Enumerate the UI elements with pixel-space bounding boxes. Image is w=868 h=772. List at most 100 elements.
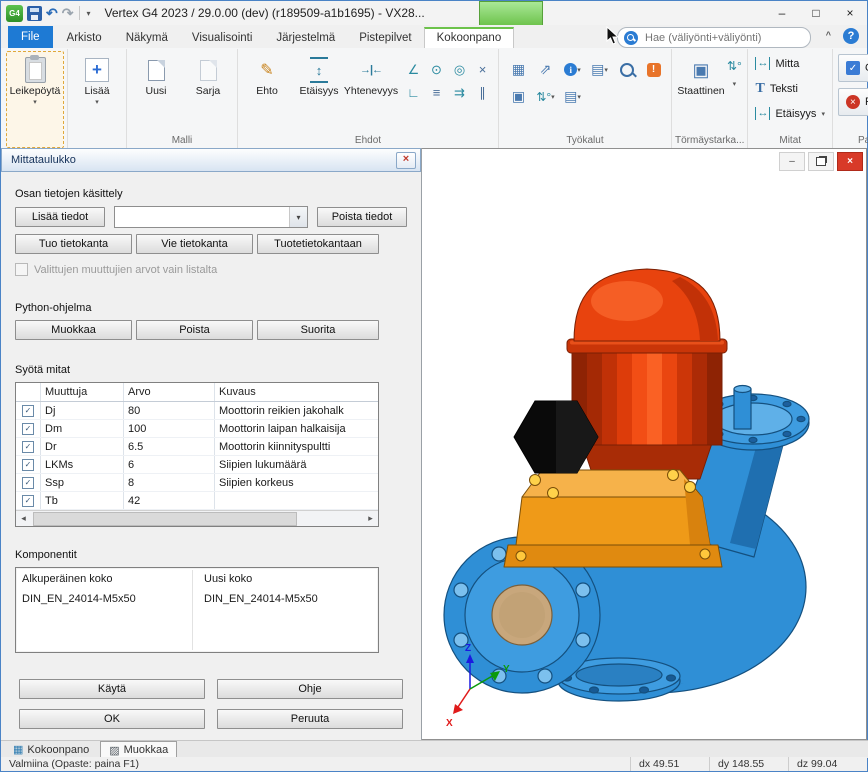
app-icon: G4 [6,5,23,22]
angle-constraint-icon[interactable]: ∠ [403,59,424,80]
suorita-button[interactable]: Suorita [257,320,379,340]
row-checkbox[interactable]: ✓ [22,405,34,417]
close-button[interactable]: × [833,1,867,25]
etaisyys-constraint-button[interactable]: ↕ Etäisyys [293,51,345,100]
model-viewport[interactable]: – × [422,148,867,740]
col-muuttuja[interactable]: Muuttuja [41,383,124,401]
listalta-checkbox[interactable] [15,263,28,276]
zoom-icon[interactable] [614,57,639,82]
tab-visualisointi[interactable]: Visualisointi [180,28,265,48]
viewport-close-button[interactable]: × [837,152,863,171]
parallel-constraint-icon[interactable]: ∥ [472,82,493,103]
cross-constraint-icon[interactable]: × [472,59,493,80]
doc-tab-kokoonpano[interactable]: ▦ Kokoonpano [5,742,97,758]
scroll-left-icon[interactable]: ◂ [16,512,31,526]
tab-nakyma[interactable]: Näkymä [114,28,180,48]
coincident-constraint-icon[interactable]: ≡ [426,82,447,103]
doc-tab-muokkaa[interactable]: ▨ Muokkaa [100,741,177,758]
tab-kokoonpano[interactable]: Kokoonpano [424,27,515,48]
component-lock-icon[interactable]: ▦ [506,57,531,82]
poista-tiedot-button[interactable]: Poista tiedot [317,207,407,227]
tuotetietokantaan-button[interactable]: Tuotetietokantaan [257,234,379,254]
horizontal-scrollbar[interactable]: ◂ ▸ [16,510,378,526]
warning-icon[interactable]: ! [641,57,666,82]
maximize-button[interactable]: □ [799,1,833,25]
col-kuvaus[interactable]: Kuvaus [215,383,378,401]
tab-jarjestelma[interactable]: Järjestelmä [264,28,347,48]
uusi-button[interactable]: Uusi [130,51,182,100]
undo-icon[interactable]: ↶ [46,6,58,20]
info-icon[interactable]: i▾ [560,57,585,82]
section-label-osa: Osan tietojen käsittely [15,188,407,200]
table-row[interactable]: ✓ Ssp 8 Siipien korkeus [16,474,378,492]
row-checkbox[interactable]: ✓ [22,477,34,489]
help-button[interactable]: ? [843,28,859,44]
tangent-constraint-icon[interactable]: ⊙ [426,59,447,80]
yhtenevyys-button[interactable]: →|← Yhtenevyys [345,51,397,100]
rotate-angle-icon[interactable]: ⇅°▾ [533,84,558,109]
scrollbar-thumb[interactable] [33,512,297,526]
group-label-paluu: Paluu [836,134,868,149]
row-checkbox[interactable]: ✓ [22,459,34,471]
share-icon[interactable]: ⇗ [533,57,558,82]
kayta-button[interactable]: Käytä [19,679,205,699]
combo-dropdown-icon[interactable]: ▾ [289,207,307,227]
ok-ribbon-button[interactable]: ✓ OK [838,54,868,82]
tuo-tietokanta-button[interactable]: Tuo tietokanta [15,234,132,254]
dialog-titlebar[interactable]: Mittataulukko × [1,148,421,172]
komponentit-row[interactable]: DIN_EN_24014-M5x50 DIN_EN_24014-M5x50 [16,590,378,608]
search-input[interactable] [643,31,804,45]
row-checkbox[interactable]: ✓ [22,423,34,435]
table-row[interactable]: ✓ Dm 100 Moottorin laipan halkaisija [16,420,378,438]
table-row[interactable]: ✓ Tb 42 [16,492,378,510]
layers-icon[interactable]: ▤▾ [560,84,585,109]
window-title: Vertex G4 2023 / 29.0.00 (dev) (r189509-… [104,6,424,20]
dialog-close-button[interactable]: × [396,152,416,169]
ok-button[interactable]: OK [19,709,205,729]
minimize-button[interactable]: – [765,1,799,25]
poista-button[interactable]: Poista [136,320,253,340]
perpendicular-constraint-icon[interactable]: ∟ [403,82,424,103]
tiedot-combo[interactable]: ▾ [114,206,308,228]
table-row[interactable]: ✓ Dj 80 Moottorin reikien jakohalk [16,402,378,420]
search-box[interactable] [617,27,811,48]
row-checkbox[interactable]: ✓ [22,441,34,453]
col-arvo[interactable]: Arvo [124,383,215,401]
etaisyys-measure-button[interactable]: ↔ Etäisyys ▾ [751,101,828,126]
peruuta-button[interactable]: Peruuta [217,709,403,729]
table-row[interactable]: ✓ Dr 6.5 Moottorin kiinnityspultti [16,438,378,456]
komponentit-table: Alkuperäinen koko Uusi koko DIN_EN_24014… [15,567,379,653]
scroll-right-icon[interactable]: ▸ [363,512,378,526]
muokkaa-button[interactable]: Muokkaa [15,320,132,340]
visibility-icon[interactable]: ▤▾ [587,57,612,82]
separator [79,6,80,20]
mitta-button[interactable]: ↔ Mitta [751,51,828,76]
vie-tietokanta-button[interactable]: Vie tietokanta [136,234,253,254]
window-tool-icon[interactable]: ▣ [506,84,531,109]
ehto-button[interactable]: ✎ Ehto [241,51,293,100]
quick-access-dropdown-icon[interactable]: ▾ [86,9,90,18]
z-axis-label: Z [465,643,471,654]
viewport-restore-button[interactable] [808,152,834,171]
table-row[interactable]: ✓ LKMs 6 Siipien lukumäärä [16,456,378,474]
tab-pistepilvet[interactable]: Pistepilvet [347,28,423,48]
insert-button[interactable]: + Lisää ▾ [71,51,123,148]
poistu-ribbon-button[interactable]: × Poistu [838,88,868,116]
teksti-button[interactable]: T Teksti [751,76,828,101]
tab-arkisto[interactable]: Arkisto [55,28,114,48]
tab-file[interactable]: File [8,26,53,48]
redo-icon[interactable]: ↷ [62,6,74,20]
lisaa-tiedot-button[interactable]: Lisää tiedot [15,207,105,227]
sarja-button[interactable]: Sarja [182,51,234,100]
collision-arrows-icon[interactable]: ⇅° [727,59,742,73]
parallel-arrows-constraint-icon[interactable]: ⇉ [449,82,470,103]
collapse-ribbon-icon[interactable]: ^ [826,30,831,40]
paste-button[interactable]: Leikepöytä ▾ [6,51,64,148]
ohje-button[interactable]: Ohje [217,679,403,699]
concentric-constraint-icon[interactable]: ◎ [449,59,470,80]
chevron-down-icon[interactable]: ▾ [733,80,737,88]
staattinen-button[interactable]: ▣ Staattinen [675,51,727,100]
viewport-minimize-button[interactable]: – [779,152,805,171]
save-icon[interactable] [27,6,42,21]
row-checkbox[interactable]: ✓ [22,495,34,507]
